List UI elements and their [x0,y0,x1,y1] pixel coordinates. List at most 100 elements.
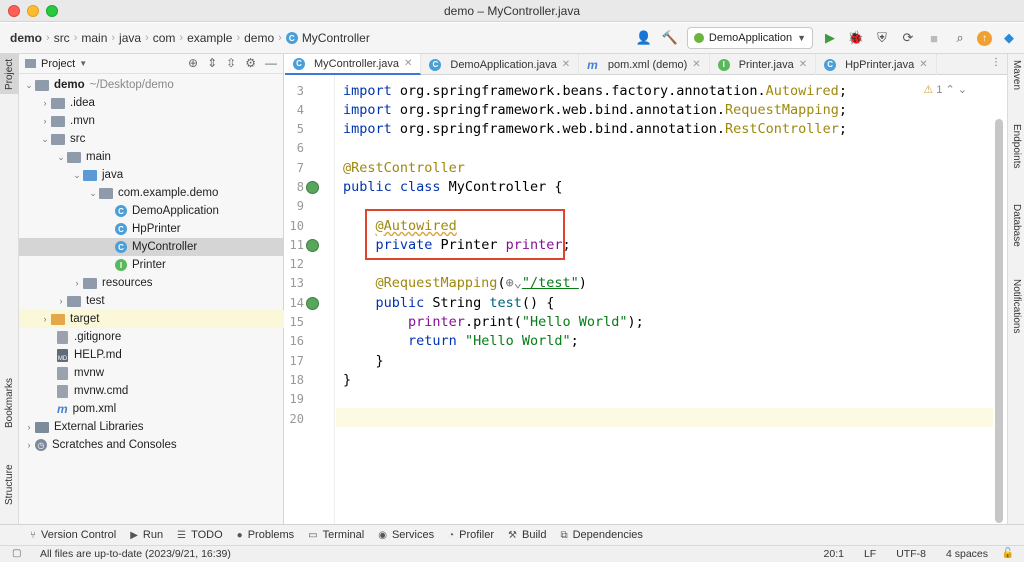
notifications-tool-tab[interactable]: Notifications [1008,279,1024,369]
tree-item-label: DemoApplication [132,205,219,217]
dependencies-button[interactable]: ⧉ Dependencies [560,529,642,541]
run-configuration-select[interactable]: DemoApplication ▼ [687,27,813,49]
spring-bean-icon[interactable] [306,297,319,310]
stop-icon[interactable]: ■ [925,29,943,47]
collapse-all-icon[interactable]: ⇳ [226,56,236,70]
run-icon[interactable]: ▶ [821,29,839,47]
breadcrumb-mycontroller[interactable]: C MyController [285,31,370,45]
breadcrumb-demo-pkg[interactable]: demo [244,31,274,45]
tree-item-gitignore[interactable]: .gitignore [19,328,284,346]
build-button[interactable]: ⚒ Build [508,529,546,541]
vertical-scrollbar[interactable] [995,119,1003,523]
jetbrains-logo-icon[interactable]: ◆ [1000,29,1018,47]
interface-icon: I [115,259,127,271]
tab-printer[interactable]: I Printer.java ✕ [710,54,817,75]
search-icon[interactable]: ⌕ [951,29,969,47]
tab-demoapplication[interactable]: C DemoApplication.java ✕ [421,54,580,75]
tree-item-test[interactable]: › test [19,292,284,310]
debug-icon[interactable]: 🐞 [847,29,865,47]
tree-item-src[interactable]: ⌄ src [19,130,284,148]
breadcrumb-com[interactable]: com [153,31,176,45]
breadcrumb-demo[interactable]: demo [10,31,42,45]
tree-item-demo-root[interactable]: ⌄ demo ~/Desktop/demo [19,76,284,94]
update-icon[interactable]: ↑ [977,30,992,46]
indent-setting[interactable]: 4 spaces [946,548,988,560]
file-encoding[interactable]: UTF-8 [896,548,926,560]
locate-icon[interactable]: ⊕ [188,56,198,70]
scratches-icon: ◷ [35,439,47,451]
close-icon[interactable]: ✕ [799,59,807,70]
build-hammer-icon[interactable]: 🔨 [661,29,679,47]
line-separator[interactable]: LF [864,548,876,560]
tab-pom-xml[interactable]: m pom.xml (demo) ✕ [579,54,710,75]
code-editor[interactable]: 3 4 5 6 7 8 9 10 11 12 13 14 15 16 17 18… [285,75,1007,524]
spring-bean-icon[interactable] [306,181,319,194]
close-icon[interactable]: ✕ [562,59,570,70]
profile-icon[interactable]: ⟳ [899,29,917,47]
gear-icon[interactable]: ⚙ [245,56,256,70]
tree-item-external-libraries[interactable]: › External Libraries [19,418,284,436]
spring-bean-icon[interactable] [306,239,319,252]
tree-item-scratches[interactable]: › ◷ Scratches and Consoles [19,436,284,454]
tree-item-hpprinter[interactable]: C HpPrinter [19,220,284,238]
tree-item-main[interactable]: ⌄ main [19,148,284,166]
tree-item-mvnw-cmd[interactable]: mvnw.cmd [19,382,284,400]
bookmarks-tool-tab[interactable]: Bookmarks [0,372,19,434]
database-tool-tab[interactable]: Database [1008,204,1024,264]
tree-item-mvnw[interactable]: mvnw [19,364,284,382]
tab-mycontroller[interactable]: C MyController.java ✕ [285,54,422,75]
endpoints-tool-tab[interactable]: Endpoints [1008,124,1024,194]
breadcrumb-src[interactable]: src [54,31,70,45]
chevron-down-icon[interactable]: ▼ [79,59,87,68]
hide-icon[interactable]: — [265,56,277,70]
terminal-button[interactable]: ▭ Terminal [308,529,364,541]
folder-icon [51,133,65,145]
tab-list-icon[interactable]: ⋮ [991,57,1001,74]
status-message[interactable]: All files are up-to-date (2023/9/21, 16:… [40,548,231,560]
tree-item-label: External Libraries [54,421,144,433]
tree-item-label: test [86,295,105,307]
file-icon [57,384,68,398]
folder-icon [51,97,65,109]
caret-position[interactable]: 20:1 [824,548,844,560]
breadcrumb-example[interactable]: example [187,31,232,45]
problems-button[interactable]: ● Problems [237,529,295,541]
chevron-down-icon[interactable]: ⌄ [958,84,967,96]
tree-item-java[interactable]: ⌄ java [19,166,284,184]
interface-icon: I [717,58,730,71]
coverage-icon[interactable]: ⛨ [873,29,891,47]
breadcrumb-main[interactable]: main [81,31,107,45]
lock-icon[interactable]: 🔓 [1002,548,1014,559]
tree-item-package[interactable]: ⌄ com.example.demo [19,184,284,202]
inspection-warnings[interactable]: ⚠ 1 ⌃ ⌄ [923,83,967,96]
close-icon[interactable]: ✕ [692,59,700,70]
breadcrumb-java[interactable]: java [119,31,141,45]
version-control-button[interactable]: ⑂ Version Control [30,529,116,541]
tree-item-target[interactable]: › target [19,310,284,328]
project-view-select[interactable]: Project [41,58,75,70]
chevron-up-icon[interactable]: ⌃ [946,84,955,96]
tree-item-printer[interactable]: I Printer [19,256,284,274]
close-icon[interactable]: ✕ [919,59,927,70]
maven-tool-tab[interactable]: Maven [1008,60,1024,110]
todo-button[interactable]: ☰ TODO [177,529,223,541]
tree-item-idea[interactable]: › .idea [19,94,284,112]
tree-item-help-md[interactable]: MD HELP.md [19,346,284,364]
tab-hpprinter[interactable]: C HpPrinter.java ✕ [816,54,937,75]
tree-item-pom-xml[interactable]: m pom.xml [19,400,284,418]
services-button[interactable]: ◉ Services [378,529,434,541]
tree-item-label: mvnw.cmd [74,385,129,397]
close-icon[interactable]: ✕ [404,58,412,69]
user-account-icon[interactable]: 👤 [635,29,653,47]
expand-all-icon[interactable]: ⇕ [207,56,217,70]
project-tool-tab[interactable]: Project [0,54,19,94]
profiler-button[interactable]: ◔ Profiler [448,529,494,541]
structure-tool-tab[interactable]: Structure [0,454,19,516]
tree-item-resources[interactable]: › resources [19,274,284,292]
run-button[interactable]: ▶ Run [130,529,163,541]
tree-item-demoapplication[interactable]: C DemoApplication [19,202,284,220]
tree-item-mvn[interactable]: › .mvn [19,112,284,130]
chevron-right-icon: › [43,98,47,108]
tree-item-mycontroller[interactable]: C MyController [19,238,284,256]
tool-windows-toggle-icon[interactable]: ▢ [12,548,21,559]
